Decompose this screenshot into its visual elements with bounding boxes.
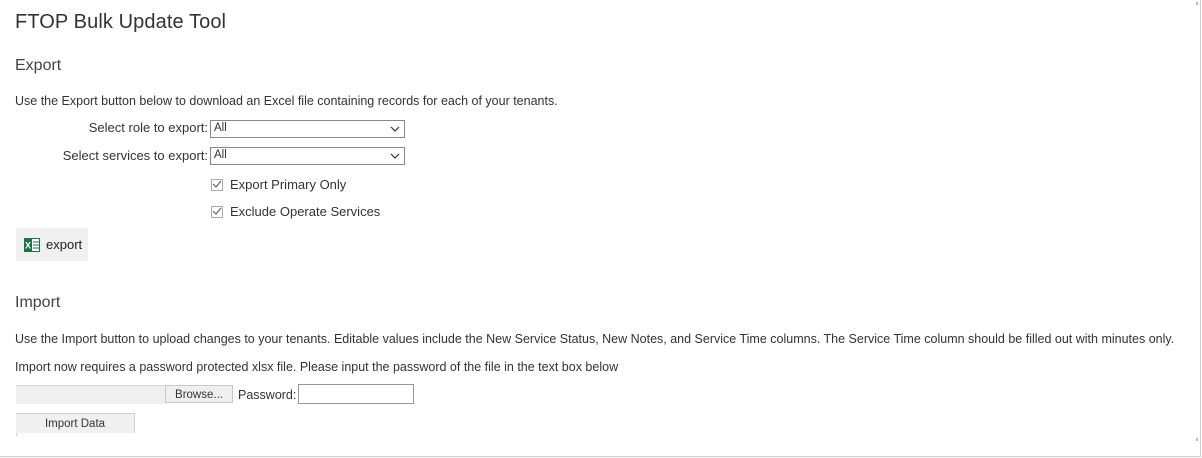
export-button[interactable]: X export (16, 228, 88, 261)
export-description: Use the Export button below to download … (15, 94, 558, 108)
exclude-operate-services-row[interactable]: Exclude Operate Services (211, 204, 380, 219)
password-input[interactable] (298, 384, 414, 404)
export-primary-only-checkbox[interactable] (211, 178, 223, 191)
services-select-value: All (214, 149, 227, 161)
chevron-down-icon (390, 126, 400, 132)
excel-icon: X (24, 237, 40, 252)
file-path-field[interactable] (16, 385, 165, 404)
checkmark-icon (212, 207, 222, 215)
exclude-operate-services-label: Exclude Operate Services (230, 204, 381, 219)
export-primary-only-row[interactable]: Export Primary Only (211, 177, 346, 192)
scrollbar-bottom-tick (1196, 438, 1198, 441)
export-button-label: export (46, 237, 83, 252)
exclude-operate-services-checkbox[interactable] (211, 205, 223, 218)
role-label: Select role to export: (88, 120, 208, 135)
scrollbar[interactable] (1194, 2, 1200, 450)
browse-button[interactable]: Browse... (165, 385, 233, 403)
password-label: Password: (238, 388, 297, 402)
import-description-1: Use the Import button to upload changes … (15, 332, 1175, 346)
svg-text:X: X (25, 240, 31, 250)
scrollbar-top-tick (1196, 2, 1198, 5)
export-primary-only-label: Export Primary Only (230, 177, 347, 192)
role-select[interactable]: All (210, 120, 405, 138)
checkmark-icon (212, 180, 222, 188)
services-select[interactable]: All (210, 147, 405, 165)
chevron-down-icon (390, 153, 400, 159)
import-data-button[interactable]: Import Data (16, 413, 135, 433)
services-label: Select services to export: (62, 148, 208, 163)
import-heading: Import (15, 294, 61, 311)
import-description-2: Import now requires a password protected… (15, 360, 619, 374)
page-title: FTOP Bulk Update Tool (15, 11, 227, 33)
export-heading: Export (15, 57, 62, 74)
role-select-value: All (214, 122, 227, 134)
import-button-edge (16, 433, 17, 436)
